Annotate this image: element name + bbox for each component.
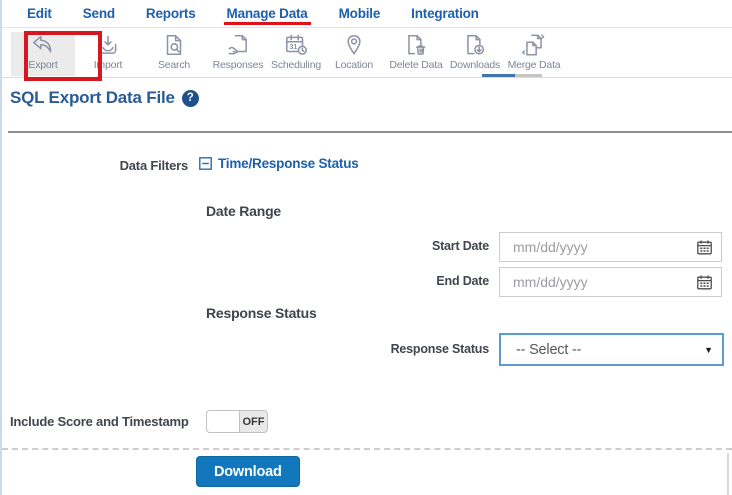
toolbar-location-label: Location [334, 59, 374, 71]
responses-icon [228, 35, 247, 55]
delete-data-icon [408, 35, 426, 55]
toolbar-responses-label: Responses [212, 59, 264, 71]
response-status-selected-value: -- Select -- [516, 341, 582, 358]
import-icon [99, 35, 117, 54]
chevron-down-icon: ▼ [704, 344, 713, 355]
minus-square-icon [199, 157, 212, 170]
toolbar-import-button[interactable]: Import [76, 32, 140, 76]
start-date-label: Start Date [431, 239, 489, 253]
calendar-icon [697, 275, 712, 290]
nav-tab-reports[interactable]: Reports [146, 6, 196, 21]
nav-tab-manage-data[interactable]: Manage Data [223, 6, 311, 25]
page-title: SQL Export Data File [10, 88, 175, 107]
sql-export-page: Edit Send Reports Manage Data Mobile Int… [0, 0, 732, 495]
nav-tab-edit[interactable]: Edit [27, 6, 52, 21]
header-divider [8, 131, 732, 133]
start-date-calendar-button[interactable] [696, 239, 713, 256]
end-date-input[interactable] [500, 268, 721, 296]
toolbar-scrollbar-track [515, 74, 542, 77]
toolbar-export-button[interactable]: Export [11, 32, 75, 76]
toolbar-export-label: Export [28, 59, 58, 71]
download-button[interactable]: Download [196, 456, 300, 487]
location-icon [347, 35, 361, 55]
response-status-select[interactable]: -- Select -- ▼ [499, 333, 724, 366]
help-icon[interactable]: ? [181, 89, 199, 107]
search-icon [166, 35, 182, 55]
date-range-heading: Date Range [206, 203, 282, 219]
time-response-status-toggle[interactable]: Time/Response Status [199, 156, 359, 171]
export-icon [33, 35, 52, 53]
toolbar-search-label: Search [157, 59, 191, 71]
scheduling-icon: 31 [286, 34, 307, 55]
nav-tab-send[interactable]: Send [83, 6, 115, 21]
response-status-heading: Response Status [206, 305, 317, 321]
toggle-knob [207, 411, 240, 432]
footer-separator [2, 448, 732, 450]
page-header: SQL Export Data File ? [10, 88, 199, 108]
toolbar-downloads-label: Downloads [449, 59, 501, 71]
top-nav: Edit Send Reports Manage Data Mobile Int… [2, 0, 732, 28]
toolbar-merge-data-label: Merge Data [507, 59, 561, 71]
data-filters-label: Data Filters [119, 158, 189, 173]
time-response-status-label: Time/Response Status [218, 156, 359, 171]
toolbar-scrollbar-thumb[interactable] [482, 74, 515, 77]
red-underline-annotation [223, 22, 311, 25]
include-score-label: Include Score and Timestamp [10, 414, 189, 429]
toolbar-delete-data-label: Delete Data [389, 59, 443, 71]
calendar-icon [697, 240, 712, 255]
start-date-field [499, 232, 722, 262]
include-score-toggle[interactable]: OFF [206, 410, 268, 433]
manage-data-toolbar: Export Import Search Responses 31 Schedu… [2, 29, 732, 81]
end-date-label: End Date [436, 274, 489, 288]
nav-tab-manage-data-label: Manage Data [226, 6, 308, 21]
toolbar-import-label: Import [93, 59, 123, 71]
response-status-label: Response Status [390, 342, 490, 356]
nav-tab-integration[interactable]: Integration [411, 6, 479, 21]
vertical-scrollbar[interactable] [727, 453, 729, 495]
end-date-field [499, 267, 722, 297]
merge-data-icon [521, 34, 545, 56]
start-date-input[interactable] [500, 233, 721, 261]
downloads-icon [467, 35, 485, 55]
toolbar-scheduling-label: Scheduling [271, 59, 321, 71]
nav-tab-mobile[interactable]: Mobile [339, 6, 381, 21]
end-date-calendar-button[interactable] [696, 274, 713, 291]
toggle-state-label: OFF [242, 415, 265, 428]
toolbar-search-button[interactable]: Search [142, 32, 206, 76]
svg-text:31: 31 [290, 44, 298, 51]
toolbar-merge-data-button[interactable]: Merge Data [497, 32, 571, 76]
